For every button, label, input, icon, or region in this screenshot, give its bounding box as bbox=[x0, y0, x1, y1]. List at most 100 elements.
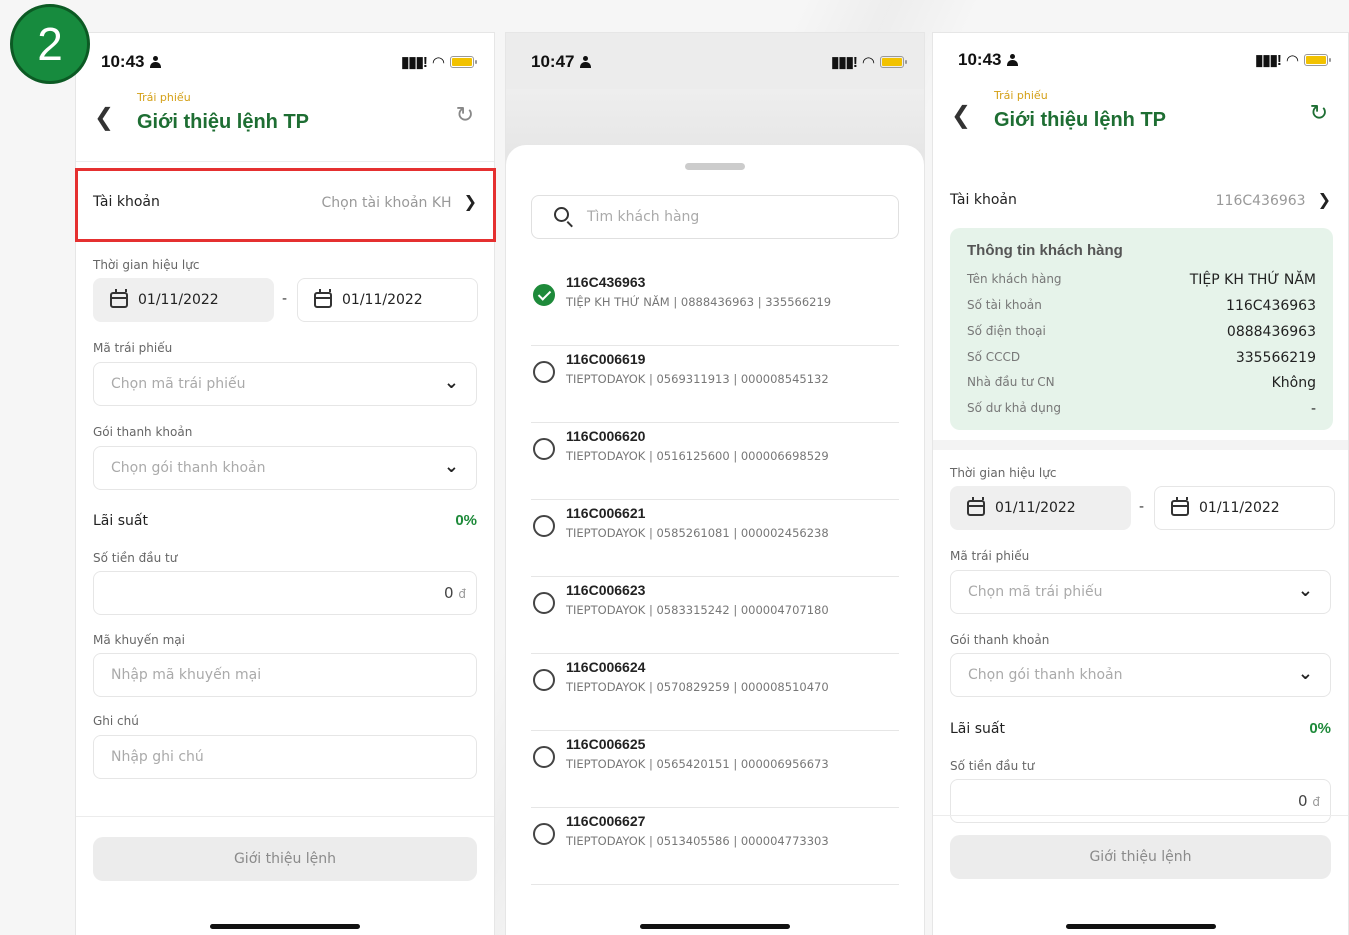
chevron-down-icon: ⌄ bbox=[1297, 663, 1313, 684]
bond-code-placeholder: Chọn mã trái phiếu bbox=[111, 376, 246, 392]
customer-info: TIEPTODAYOK | 0570829259 | 000008510470 bbox=[566, 680, 829, 694]
info-row: Nhà đầu tư CN Không bbox=[967, 375, 1316, 391]
customer-info: TIEPTODAYOK | 0516125600 | 000006698529 bbox=[566, 449, 829, 463]
chevron-down-icon: ⌄ bbox=[443, 456, 459, 477]
amount-label: Số tiền đầu tư bbox=[93, 551, 178, 565]
info-row: Số điện thoại 0888436963 bbox=[967, 324, 1316, 340]
customer-list-item[interactable]: 116C006624 TIEPTODAYOK | 0570829259 | 000… bbox=[531, 654, 899, 731]
status-time: 10:47 bbox=[531, 52, 575, 71]
customer-id: 116C006627 bbox=[566, 813, 646, 829]
customer-id: 116C006625 bbox=[566, 736, 646, 752]
phone-screen-customer-picker: 10:47 ▮▮▮! ◠ Tìm khách hàng 116C436963 TI… bbox=[505, 32, 925, 935]
package-label: Gói thanh khoản bbox=[950, 633, 1050, 647]
customer-list-item[interactable]: 116C006623 TIEPTODAYOK | 0583315242 | 000… bbox=[531, 577, 899, 654]
promo-label: Mã khuyến mại bbox=[93, 633, 185, 647]
card-title: Thông tin khách hàng bbox=[967, 242, 1123, 259]
date-to-value: 01/11/2022 bbox=[1199, 500, 1280, 516]
customer-list-item[interactable]: 116C006620 TIEPTODAYOK | 0516125600 | 000… bbox=[531, 423, 899, 500]
signal-icon: ▮▮▮! bbox=[831, 54, 858, 71]
interest-value: 0% bbox=[455, 512, 477, 529]
divider bbox=[76, 161, 494, 162]
date-separator: - bbox=[282, 291, 288, 307]
home-indicator bbox=[210, 924, 360, 929]
back-chevron-left-icon[interactable]: ❮ bbox=[951, 101, 971, 129]
radio-icon bbox=[533, 361, 555, 383]
info-value: 0888436963 bbox=[1226, 324, 1316, 340]
date-to-field[interactable]: 01/11/2022 bbox=[1154, 486, 1335, 530]
back-chevron-left-icon[interactable]: ❮ bbox=[94, 103, 114, 131]
status-bar: 10:43 ▮▮▮! ◠ bbox=[76, 33, 494, 89]
package-placeholder: Chọn gói thanh khoản bbox=[111, 460, 266, 476]
wifi-icon: ◠ bbox=[431, 53, 445, 71]
battery-icon bbox=[450, 56, 477, 68]
status-time: 10:43 bbox=[958, 50, 1002, 69]
customer-id: 116C006624 bbox=[566, 659, 646, 675]
customer-info: TIEPTODAYOK | 0585261081 | 000002456238 bbox=[566, 526, 829, 540]
info-value: Không bbox=[1271, 375, 1316, 391]
signal-icon: ▮▮▮! bbox=[1255, 52, 1282, 69]
account-label: Tài khoản bbox=[950, 191, 1017, 208]
account-value: 116C436963 bbox=[1215, 193, 1306, 209]
customer-list-item[interactable]: 116C006621 TIEPTODAYOK | 0585261081 | 000… bbox=[531, 500, 899, 577]
home-indicator bbox=[1065, 924, 1216, 929]
search-placeholder: Tìm khách hàng bbox=[587, 209, 700, 225]
customer-info: TIỆP KH THỨ NĂM | 0888436963 | 335566219 bbox=[566, 295, 832, 309]
bond-code-placeholder: Chọn mã trái phiếu bbox=[968, 584, 1103, 600]
customer-list-item[interactable]: 116C006619 TIEPTODAYOK | 0569311913 | 000… bbox=[531, 346, 899, 423]
home-indicator bbox=[640, 924, 790, 929]
promo-input[interactable]: Nhập mã khuyến mại bbox=[93, 653, 477, 697]
amount-label: Số tiền đầu tư bbox=[950, 759, 1035, 773]
bond-code-select[interactable]: Chọn mã trái phiếu ⌄ bbox=[93, 362, 477, 406]
submit-button[interactable]: Giới thiệu lệnh bbox=[950, 835, 1331, 879]
amount-unit: đ bbox=[458, 587, 466, 601]
customer-info-card: Thông tin khách hàng Tên khách hàng TIỆP … bbox=[950, 228, 1333, 430]
divider bbox=[76, 241, 494, 242]
customer-list-item[interactable]: 116C006625 TIEPTODAYOK | 0565420151 | 000… bbox=[531, 731, 899, 808]
note-input[interactable]: Nhập ghi chú bbox=[93, 735, 477, 779]
status-bar: 10:43 ▮▮▮! ◠ bbox=[933, 33, 1348, 89]
sheet-grab-handle[interactable] bbox=[685, 163, 745, 170]
customer-info: TIEPTODAYOK | 0569311913 | 000008545132 bbox=[566, 372, 829, 386]
customer-list-item[interactable]: 116C436963 TIỆP KH THỨ NĂM | 0888436963 |… bbox=[531, 269, 899, 346]
bond-code-select[interactable]: Chọn mã trái phiếu ⌄ bbox=[950, 570, 1331, 614]
promo-placeholder: Nhập mã khuyến mại bbox=[111, 667, 262, 683]
account-placeholder: Chọn tài khoản KH bbox=[321, 195, 452, 211]
amount-input[interactable]: 0 đ bbox=[93, 571, 477, 615]
amount-unit: đ bbox=[1312, 795, 1320, 809]
info-value: - bbox=[1310, 401, 1316, 417]
bond-code-label: Mã trái phiếu bbox=[93, 341, 173, 355]
info-row: Số CCCD 335566219 bbox=[967, 350, 1316, 366]
status-bar: 10:47 ▮▮▮! ◠ bbox=[506, 33, 924, 89]
date-to-field[interactable]: 01/11/2022 bbox=[297, 278, 478, 322]
phone-screen-form-empty: 10:43 ▮▮▮! ◠ ❮ Trái phiếu Giới thiệu lện… bbox=[75, 32, 495, 935]
chevron-down-icon: ⌄ bbox=[1297, 580, 1313, 601]
customer-id: 116C436963 bbox=[566, 274, 646, 290]
date-from-field[interactable]: 01/11/2022 bbox=[950, 486, 1131, 530]
account-label: Tài khoản bbox=[93, 193, 160, 210]
header: ❮ Trái phiếu Giới thiệu lệnh TP ↻ bbox=[933, 87, 1348, 147]
package-select[interactable]: Chọn gói thanh khoản ⌄ bbox=[950, 653, 1331, 697]
refresh-icon[interactable]: ↻ bbox=[456, 103, 474, 128]
account-select-row[interactable]: Tài khoản 116C436963 ❯ bbox=[950, 190, 1331, 209]
customer-search-input[interactable]: Tìm khách hàng bbox=[531, 195, 899, 239]
info-key: Số dư khả dụng bbox=[967, 401, 1061, 415]
submit-button[interactable]: Giới thiệu lệnh bbox=[93, 837, 477, 881]
calendar-icon bbox=[110, 289, 128, 308]
customer-id: 116C006620 bbox=[566, 428, 646, 444]
validity-label: Thời gian hiệu lực bbox=[93, 258, 200, 272]
refresh-icon[interactable]: ↻ bbox=[1310, 101, 1328, 126]
customer-list-item[interactable]: 116C006627 TIEPTODAYOK | 0513405586 | 000… bbox=[531, 808, 899, 885]
account-select-row[interactable]: Tài khoản Chọn tài khoản KH ❯ bbox=[93, 192, 477, 211]
phone-screen-form-selected: 10:43 ▮▮▮! ◠ ❮ Trái phiếu Giới thiệu lện… bbox=[932, 32, 1349, 935]
date-to-value: 01/11/2022 bbox=[342, 292, 423, 308]
info-value: 335566219 bbox=[1235, 350, 1316, 366]
page-title: Giới thiệu lệnh TP bbox=[137, 111, 310, 133]
header: ❮ Trái phiếu Giới thiệu lệnh TP ↻ bbox=[76, 89, 494, 149]
package-select[interactable]: Chọn gói thanh khoản ⌄ bbox=[93, 446, 477, 490]
radio-icon bbox=[533, 515, 555, 537]
step-badge: 2 bbox=[10, 4, 90, 84]
amount-input[interactable]: 0 đ bbox=[950, 779, 1331, 823]
date-from-field[interactable]: 01/11/2022 bbox=[93, 278, 274, 322]
customer-id: 116C006619 bbox=[566, 351, 646, 367]
package-label: Gói thanh khoản bbox=[93, 425, 193, 439]
